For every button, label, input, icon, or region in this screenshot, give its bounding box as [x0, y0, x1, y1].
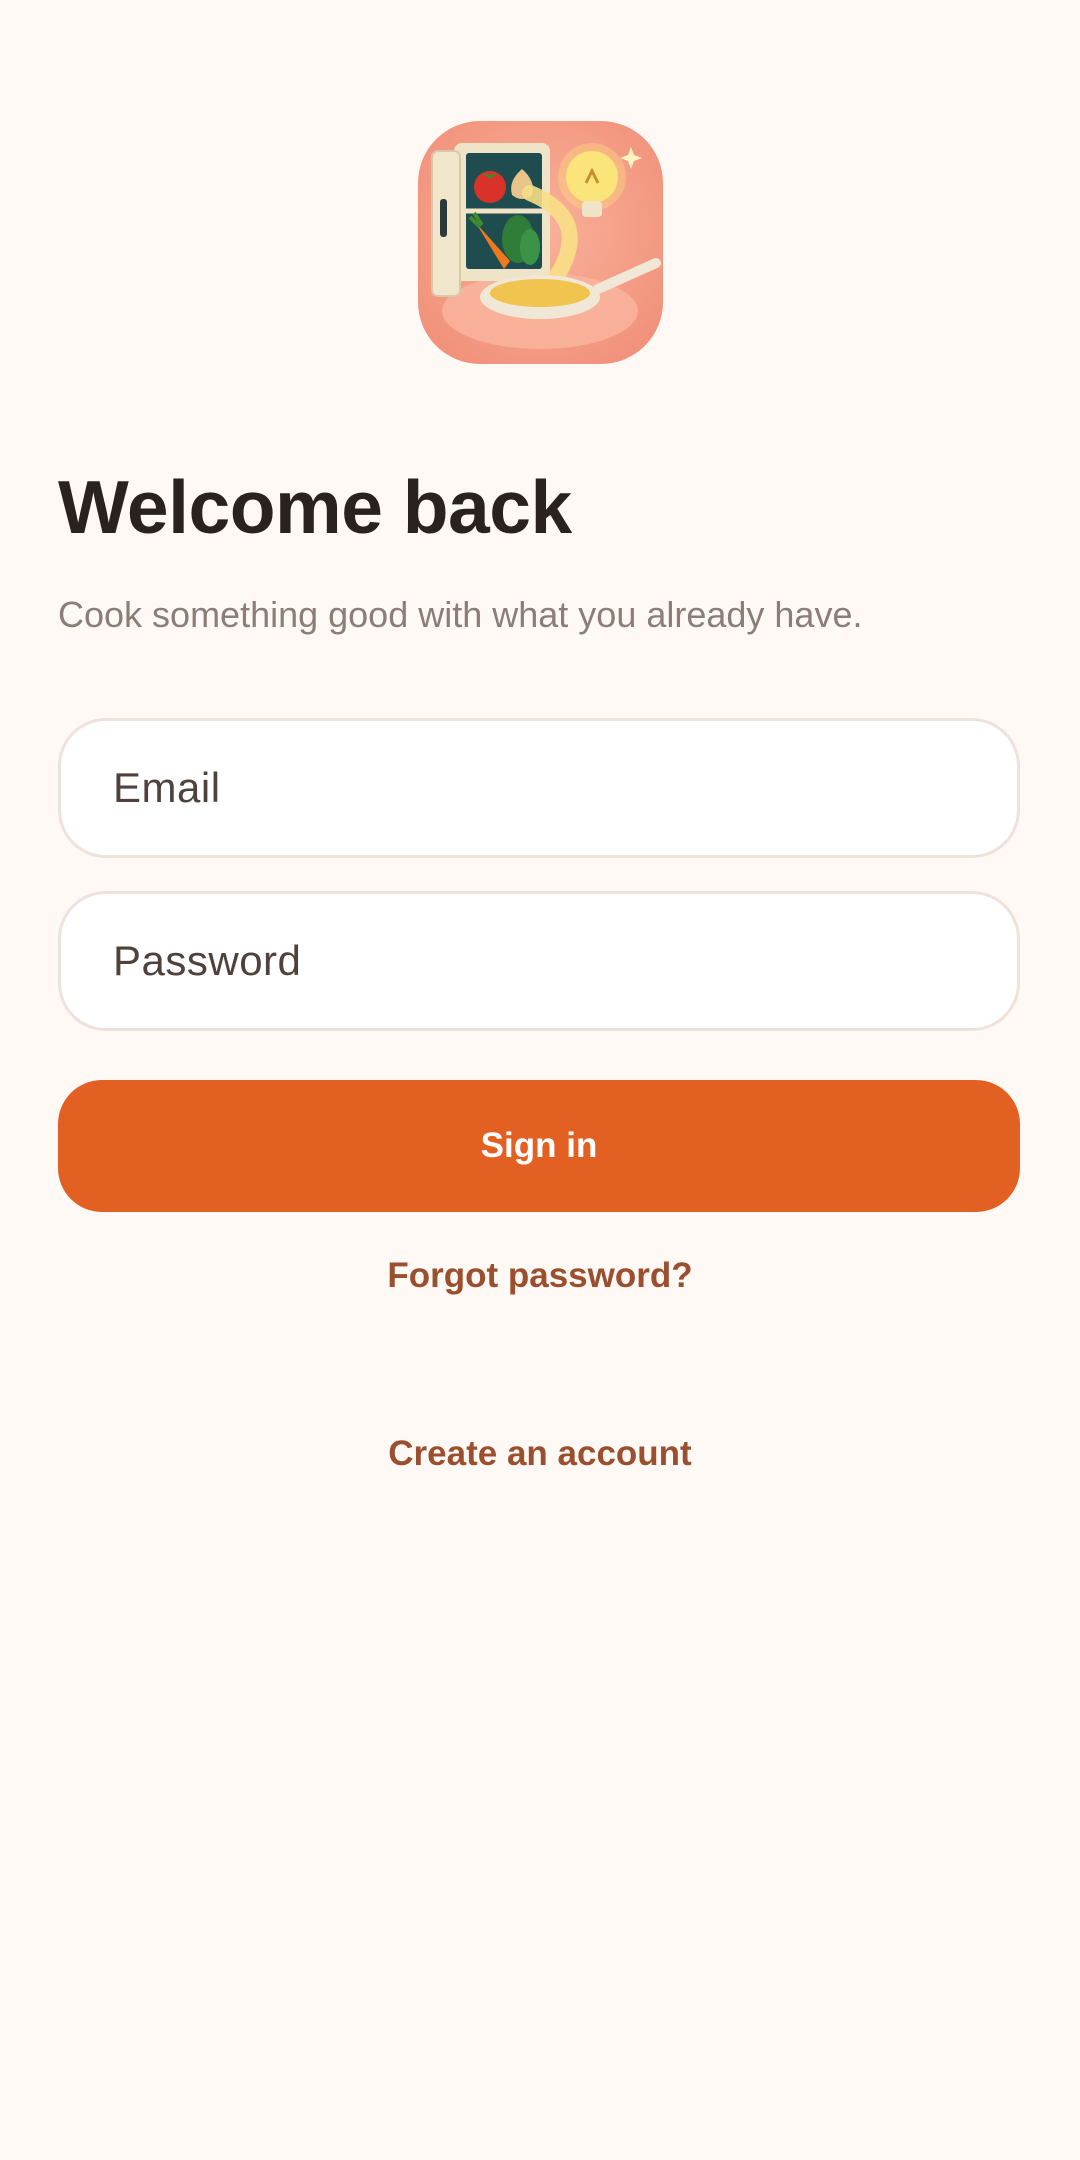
sign-in-button[interactable]: Sign in	[58, 1080, 1020, 1212]
page-title: Welcome back	[58, 465, 572, 549]
email-field[interactable]	[58, 718, 1020, 858]
app-logo	[418, 121, 663, 364]
create-account-link[interactable]: Create an account	[0, 1436, 1080, 1471]
password-field[interactable]	[58, 891, 1020, 1031]
fridge-pan-lightbulb-icon	[431, 143, 661, 349]
forgot-password-link[interactable]: Forgot password?	[0, 1258, 1080, 1293]
page-subtitle: Cook something good with what you alread…	[58, 594, 863, 635]
